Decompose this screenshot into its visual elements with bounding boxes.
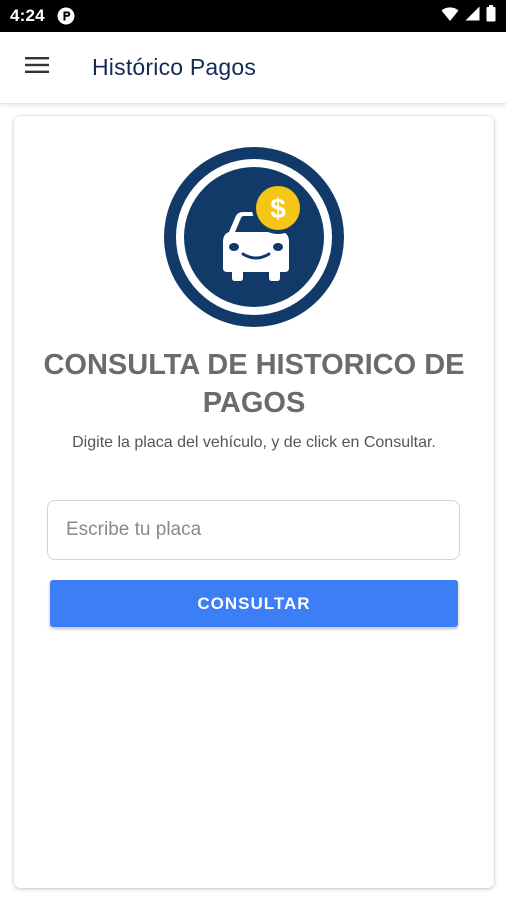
app-bar: Histórico Pagos [0,32,506,104]
consult-button[interactable]: CONSULTAR [50,580,458,627]
signal-icon [465,6,480,26]
car-payment-logo-icon: $ [163,146,345,328]
app-notification-icon [57,7,75,25]
query-card: $ CONSULTA DE HISTORICO DE PAGOS Digite … [14,116,494,888]
plate-input[interactable] [47,500,460,560]
battery-icon [486,5,496,27]
status-time: 4:24 [10,6,45,25]
instructions-text: Digite la placa del vehículo, y de click… [72,434,436,451]
page-title: Histórico Pagos [92,54,257,80]
wifi-icon [441,6,459,27]
page-heading: CONSULTA DE HISTORICO DE PAGOS [43,349,465,419]
hamburger-menu-icon [25,56,49,79]
menu-button[interactable] [12,43,62,93]
status-icons [441,5,496,27]
svg-text:$: $ [270,193,286,224]
status-bar: 4:24 [0,0,506,32]
